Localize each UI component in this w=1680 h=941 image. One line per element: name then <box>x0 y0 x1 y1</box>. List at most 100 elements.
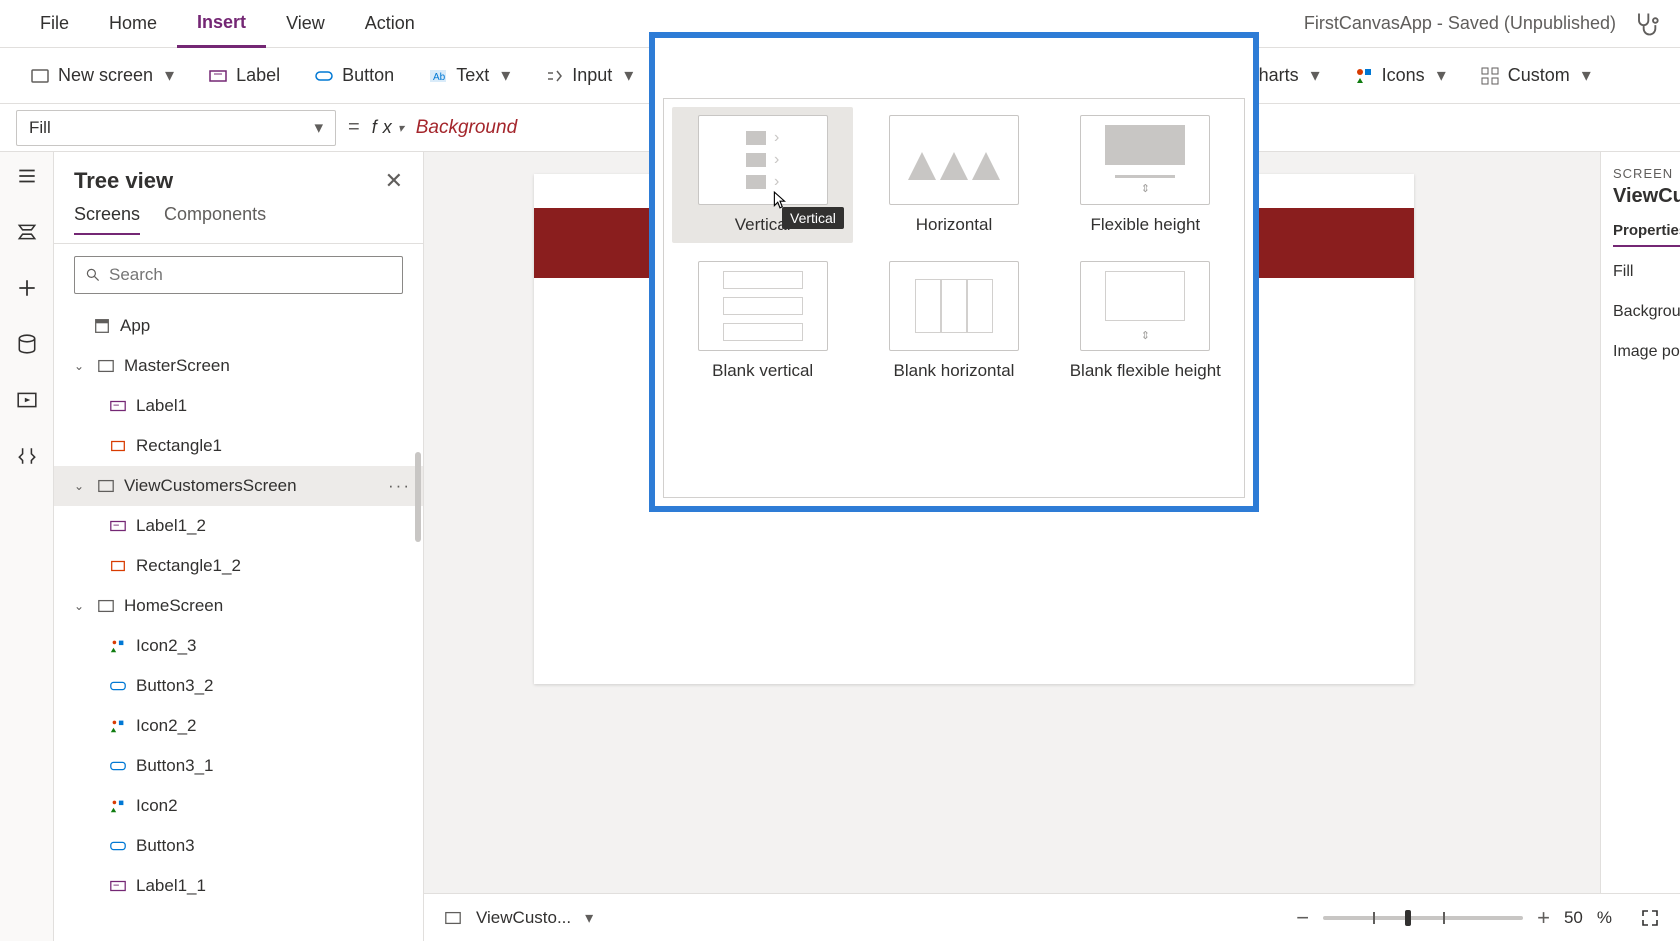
gallery-thumb <box>698 261 828 351</box>
app-checker-icon[interactable] <box>1632 10 1660 38</box>
button-button[interactable]: Button <box>300 56 408 96</box>
gallery-thumb: ››› <box>698 115 828 205</box>
chevron-down-icon: ▾ <box>1582 65 1591 86</box>
gallery-option-label: Blank flexible height <box>1070 361 1221 381</box>
formula-input[interactable]: Background <box>416 117 517 139</box>
tree-screen-node[interactable]: ⌄ViewCustomersScreen··· <box>54 466 423 506</box>
gallery-dropdown: ›››Vertical Horizontal ⇕ Flexible height Bla… <box>663 98 1245 498</box>
tree-item[interactable]: Label1_2 <box>54 506 423 546</box>
tree-app-node[interactable]: App <box>54 306 423 346</box>
gallery-thumb <box>889 115 1019 205</box>
zoom-slider[interactable] <box>1323 916 1523 920</box>
custom-button[interactable]: Custom ▾ <box>1466 56 1605 96</box>
property-name: Fill <box>29 118 51 138</box>
tab-screens[interactable]: Screens <box>74 204 140 235</box>
menu-view[interactable]: View <box>266 0 345 48</box>
zoom-in-button[interactable]: + <box>1537 905 1550 931</box>
tree: App⌄MasterScreenLabel1Rectangle1⌄ViewCus… <box>54 306 423 919</box>
tree-item[interactable]: Button3_2 <box>54 666 423 706</box>
screen-icon <box>444 909 462 927</box>
tree-item[interactable]: Rectangle1 <box>54 426 423 466</box>
zoom-pct: % <box>1597 908 1612 928</box>
svg-text:Ab: Ab <box>433 72 446 83</box>
tree-item[interactable]: Rectangle1_2 <box>54 546 423 586</box>
tree-item[interactable]: Label1 <box>54 386 423 426</box>
tools-icon[interactable] <box>13 442 41 470</box>
media-rail-icon[interactable] <box>13 386 41 414</box>
new-screen-label: New screen <box>58 65 153 86</box>
prop-background[interactable]: Background <box>1613 303 1680 321</box>
menu-insert[interactable]: Insert <box>177 0 266 48</box>
prop-fill[interactable]: Fill <box>1613 263 1680 281</box>
zoom-out-button[interactable]: − <box>1296 905 1309 931</box>
tab-components[interactable]: Components <box>164 204 266 235</box>
tree-item[interactable]: Icon2 <box>54 786 423 826</box>
text-button[interactable]: Ab Text ▾ <box>414 56 524 96</box>
app-status-text: FirstCanvasApp - Saved (Unpublished) <box>1304 13 1632 34</box>
prop-image-position[interactable]: Image posit <box>1613 343 1680 361</box>
tree-item[interactable]: Icon2_3 <box>54 626 423 666</box>
fx-button[interactable]: fx ▾ <box>372 117 404 138</box>
gallery-option-blank-flexible-height[interactable]: ⇕ Blank flexible height <box>1055 253 1236 389</box>
gallery-thumb: ⇕ <box>1080 115 1210 205</box>
chevron-down-icon: ▾ <box>624 65 633 86</box>
status-bar: ViewCusto... ▾ − + 50 % <box>424 893 1680 941</box>
data-icon[interactable] <box>13 330 41 358</box>
equals-sign: = <box>348 116 360 139</box>
chevron-down-icon: ▾ <box>501 65 510 86</box>
new-screen-button[interactable]: New screen ▾ <box>16 56 188 96</box>
button-btn-text: Button <box>342 65 394 86</box>
scrollbar[interactable] <box>415 452 421 542</box>
tree-item[interactable]: Icon2_2 <box>54 706 423 746</box>
chevron-down-icon: ▾ <box>1311 65 1320 86</box>
label-button[interactable]: Label <box>194 56 294 96</box>
chevron-down-icon: ▾ <box>314 118 323 138</box>
icons-button[interactable]: Icons ▾ <box>1340 56 1460 96</box>
properties-tab[interactable]: Properties <box>1613 222 1680 247</box>
screen-caption: SCREEN <box>1613 166 1680 181</box>
menu-action[interactable]: Action <box>345 0 435 48</box>
gallery-option-label: Blank vertical <box>712 361 813 381</box>
tree-item[interactable]: Button3_1 <box>54 746 423 786</box>
tree-item[interactable]: Label1_1 <box>54 866 423 906</box>
icons-text: Icons <box>1382 65 1425 86</box>
chevron-down-icon[interactable]: ▾ <box>585 908 593 928</box>
tooltip: Vertical <box>782 207 844 229</box>
tree-view-icon[interactable] <box>13 218 41 246</box>
tree-view-panel: Tree view ✕ Screens Components App⌄Maste… <box>54 152 424 941</box>
property-selector[interactable]: Fill ▾ <box>16 110 336 146</box>
tree-search[interactable] <box>74 256 403 294</box>
mouse-cursor-icon <box>772 191 788 209</box>
label-btn-text: Label <box>236 65 280 86</box>
gallery-option-horizontal[interactable]: Horizontal <box>863 107 1044 243</box>
gallery-option-blank-vertical[interactable]: Blank vertical <box>672 253 853 389</box>
fullscreen-icon[interactable] <box>1640 908 1660 928</box>
gallery-option-flexible-height[interactable]: ⇕ Flexible height <box>1055 107 1236 243</box>
text-btn-text: Text <box>456 65 489 86</box>
gallery-option-label: Blank horizontal <box>894 361 1015 381</box>
menu-file[interactable]: File <box>20 0 89 48</box>
input-button[interactable]: Input ▾ <box>530 56 647 96</box>
tree-screen-node[interactable]: ⌄MasterScreen <box>54 346 423 386</box>
search-input[interactable] <box>109 265 392 285</box>
tree-screen-node[interactable]: ⌄HomeScreen <box>54 586 423 626</box>
add-icon[interactable] <box>13 274 41 302</box>
menu-home[interactable]: Home <box>89 0 177 48</box>
gallery-thumb <box>889 261 1019 351</box>
properties-panel: SCREEN ViewCusto Properties Fill Backgro… <box>1600 152 1680 893</box>
input-btn-text: Input <box>572 65 612 86</box>
gallery-option-label: Horizontal <box>916 215 993 235</box>
chevron-down-icon: ▾ <box>165 65 174 86</box>
close-icon[interactable]: ✕ <box>385 168 403 194</box>
tree-view-title: Tree view <box>74 168 173 194</box>
zoom-value: 50 <box>1564 908 1583 928</box>
tree-item[interactable]: Button3 <box>54 826 423 866</box>
hamburger-icon[interactable] <box>13 162 41 190</box>
gallery-option-blank-horizontal[interactable]: Blank horizontal <box>863 253 1044 389</box>
status-control-name[interactable]: ViewCusto... <box>476 908 571 928</box>
screen-name: ViewCusto <box>1613 185 1680 208</box>
gallery-option-label: Flexible height <box>1091 215 1201 235</box>
search-icon <box>85 267 101 283</box>
gallery-thumb: ⇕ <box>1080 261 1210 351</box>
left-rail <box>0 152 54 941</box>
